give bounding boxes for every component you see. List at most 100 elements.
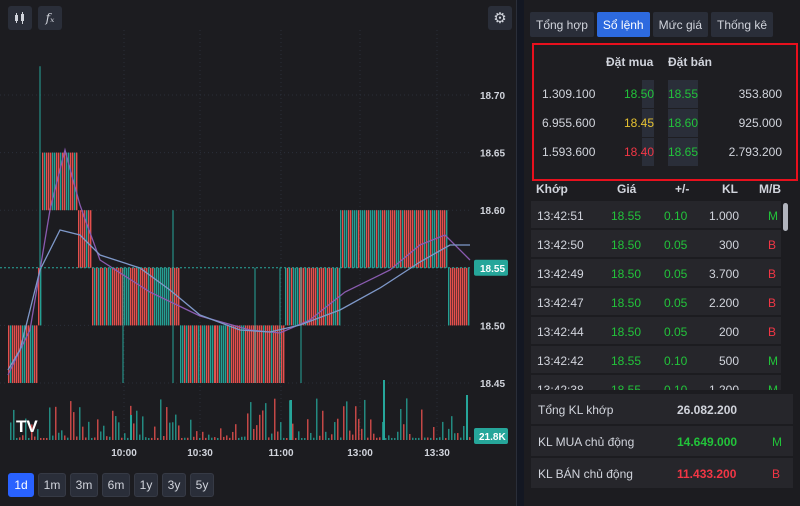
- price-bar: [418, 210, 420, 268]
- volume-bar: [340, 437, 342, 440]
- volume-bar: [331, 434, 333, 440]
- volume-bar: [79, 407, 81, 440]
- price-bar: [112, 267, 114, 326]
- orderbook-row[interactable]: 6.955.600 18.45 18.60 925.000: [534, 109, 796, 137]
- trades-list[interactable]: 13:42:51 18.55 0.10 1.000 M 13:42:50 18.50 0.05…: [531, 201, 781, 390]
- price-bar: [192, 325, 194, 383]
- price-bar: [273, 325, 275, 383]
- range-button-1d[interactable]: 1d: [8, 473, 34, 497]
- price-bar: [454, 267, 456, 326]
- price-bar: [263, 325, 265, 383]
- volume-bar: [439, 437, 441, 440]
- price-bar: [102, 267, 104, 326]
- price-bar: [202, 325, 204, 383]
- volume-bar: [358, 418, 360, 440]
- price-bar: [98, 267, 100, 326]
- price-bar: [184, 325, 186, 383]
- tab-thong-ke[interactable]: Thống kê: [711, 12, 774, 37]
- volume-bar: [76, 436, 78, 440]
- volume-bar: [211, 437, 213, 440]
- trade-volume: 2.200: [708, 296, 739, 310]
- volume-bar: [250, 402, 252, 440]
- volume-bar: [442, 421, 444, 440]
- price-bar: [257, 325, 259, 383]
- volume-bar: [433, 427, 435, 440]
- price-bar: [44, 152, 46, 211]
- price-bar: [194, 325, 196, 383]
- price-chart[interactable]: 18.7018.6518.6018.5518.5018.4518.5521.8K…: [0, 30, 517, 470]
- trade-volume: 300: [718, 238, 739, 252]
- volume-bar: [259, 414, 261, 440]
- price-bar: [210, 325, 212, 383]
- candlestick-icon[interactable]: [8, 6, 32, 30]
- volume-bar: [34, 436, 36, 440]
- trade-time: 13:42:51: [537, 209, 584, 223]
- trade-price: 18.55: [611, 209, 642, 223]
- price-bar: [303, 267, 305, 326]
- price-bar: [223, 325, 225, 383]
- trades-scrollbar[interactable]: [783, 203, 788, 231]
- range-button-3m[interactable]: 3m: [70, 473, 98, 497]
- volume-bar: [67, 437, 69, 440]
- price-bar: [317, 267, 319, 326]
- price-bar: [325, 267, 327, 326]
- orderbook-row[interactable]: 1.593.600 18.40 18.65 2.793.200: [534, 138, 796, 166]
- price-bar: [283, 325, 285, 383]
- price-bar: [168, 267, 170, 326]
- range-button-1y[interactable]: 1y: [134, 473, 158, 497]
- volume-bar: [355, 406, 357, 440]
- trade-time: 13:42:49: [537, 267, 584, 281]
- tab-muc-gia[interactable]: Mức giá: [652, 12, 708, 37]
- price-bar: [227, 325, 229, 383]
- price-bar: [108, 267, 110, 326]
- volume-bar: [349, 430, 351, 440]
- range-button-6m[interactable]: 6m: [102, 473, 130, 497]
- price-bar: [394, 210, 396, 268]
- volume-bar: [103, 425, 105, 440]
- price-bar: [225, 325, 227, 383]
- trade-side: M: [768, 354, 778, 368]
- price-bar: [342, 210, 344, 268]
- price-bar: [452, 267, 454, 326]
- price-bar: [208, 325, 210, 383]
- volume-bar: [469, 437, 471, 440]
- tab-so-lenh[interactable]: Sổ lệnh: [596, 12, 650, 37]
- price-bar: [267, 325, 269, 383]
- price-bar: [271, 325, 273, 383]
- price-bar: [358, 210, 360, 268]
- volume-bar: [322, 410, 324, 440]
- tab-tong-hop[interactable]: Tổng hợp: [530, 12, 594, 37]
- price-bar: [360, 210, 362, 268]
- price-bar: [136, 267, 138, 326]
- orderbook-row[interactable]: 1.309.100 18.50 18.55 353.800: [534, 80, 796, 108]
- range-button-5y[interactable]: 5y: [190, 473, 214, 497]
- volume-bar: [403, 424, 405, 440]
- indicators-fx-icon[interactable]: fₓ: [38, 6, 62, 30]
- trade-time: 13:42:47: [537, 296, 584, 310]
- price-bar: [446, 210, 448, 268]
- price-bar: [416, 210, 418, 268]
- volume-bar: [205, 437, 207, 440]
- trades-header: Khớp Giá +/- KL M/B: [524, 180, 800, 200]
- candlestick-glyph: [15, 12, 24, 24]
- volume-bar: [364, 399, 366, 440]
- volume-bar: [385, 437, 387, 440]
- sell-price: 18.60: [668, 116, 699, 130]
- price-bar: [352, 210, 354, 268]
- volume-bar: [316, 398, 318, 440]
- price-bar: [327, 267, 329, 326]
- price-bar: [174, 267, 176, 326]
- range-button-1m[interactable]: 1m: [38, 473, 66, 497]
- summary-total-row: Tổng KL khớp 26.082.200: [531, 394, 793, 424]
- price-bar: [438, 210, 440, 268]
- trade-volume: 3.700: [708, 267, 739, 281]
- summary-buy-label: KL MUA chủ động: [538, 435, 635, 449]
- price-bar: [180, 325, 182, 383]
- price-bar: [368, 210, 370, 268]
- price-bar: [206, 325, 208, 383]
- range-button-3y[interactable]: 3y: [162, 473, 186, 497]
- sell-volume: 2.793.200: [728, 145, 782, 159]
- volume-bar: [28, 437, 30, 440]
- time-tick-label: 13:30: [424, 448, 450, 459]
- gear-icon[interactable]: ⚙: [488, 6, 512, 30]
